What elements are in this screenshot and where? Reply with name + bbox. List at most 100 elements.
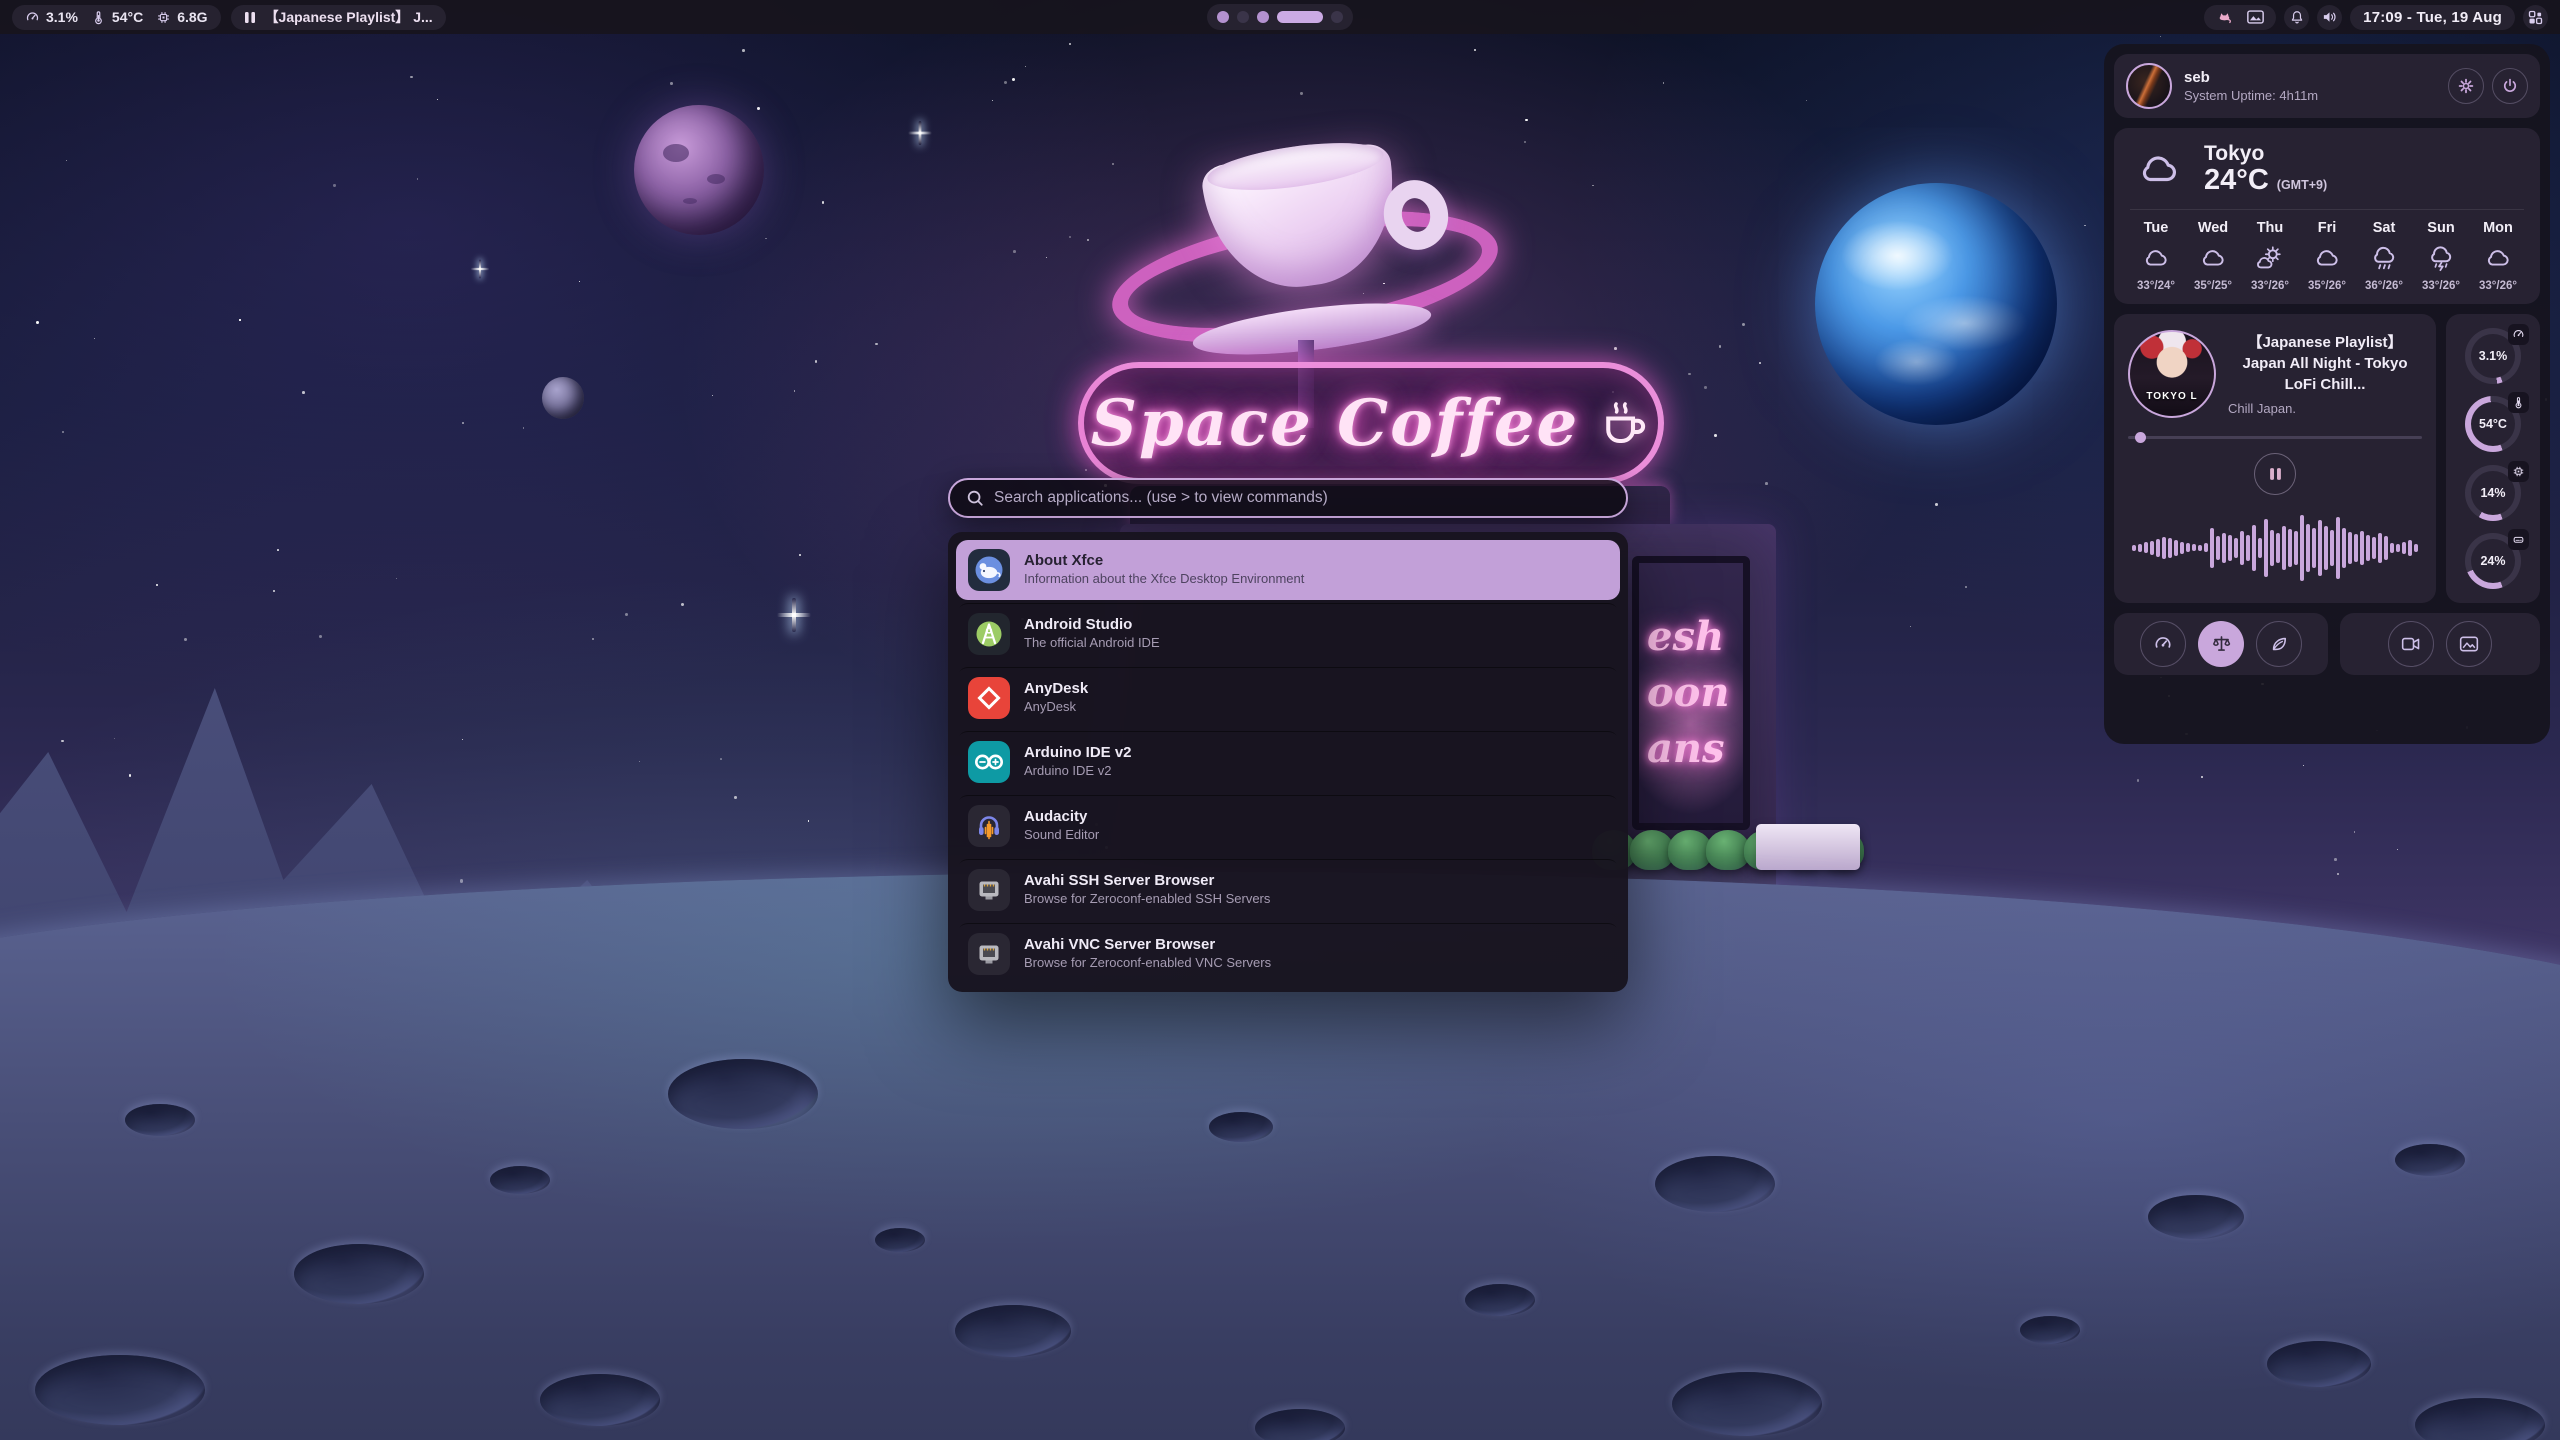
- waveform-bar: [2258, 538, 2262, 558]
- forecast-temps: 35°/26°: [2308, 280, 2346, 292]
- android-studio-app-icon: [968, 613, 1010, 655]
- crater: [955, 1305, 1071, 1357]
- workspace-dot-5[interactable]: [1331, 11, 1343, 23]
- image-icon: [2459, 635, 2479, 653]
- play-pause-button[interactable]: [2254, 453, 2296, 495]
- weather-timezone: (GMT+9): [2277, 178, 2327, 192]
- seek-knob[interactable]: [2135, 432, 2146, 443]
- track-title: 【Japanese Playlist】 Japan All Night - To…: [2228, 332, 2422, 395]
- avahi-app-icon: [968, 869, 1010, 911]
- clock-widget[interactable]: 17:09 - Tue, 19 Aug: [2350, 5, 2515, 30]
- forecast-temps: 35°/25°: [2194, 280, 2232, 292]
- gauge-chip: 14%: [2465, 465, 2521, 521]
- star: [36, 321, 39, 324]
- powersave-mode-button[interactable]: [2256, 621, 2302, 667]
- waveform-bar: [2240, 531, 2244, 565]
- app-list-item[interactable]: Avahi SSH Server BrowserBrowse for Zeroc…: [956, 860, 1620, 920]
- system-stats-widget[interactable]: 3.1% 54°C 6.8G: [12, 5, 221, 30]
- gear-icon: [2457, 77, 2475, 95]
- wallpaper-icon[interactable]: [2247, 10, 2264, 24]
- star: [799, 554, 801, 556]
- app-list-item[interactable]: Avahi VNC Server BrowserBrowse for Zeroc…: [956, 924, 1620, 984]
- waveform-bar: [2210, 528, 2214, 568]
- crater: [1655, 1156, 1775, 1212]
- seek-bar[interactable]: [2128, 432, 2422, 443]
- dashboard-button[interactable]: [2523, 5, 2548, 30]
- gauge-thermometer: 54°C: [2465, 396, 2521, 452]
- cat-icon[interactable]: [2216, 10, 2233, 25]
- balanced-mode-button[interactable]: [2198, 621, 2244, 667]
- workspace-dot-2[interactable]: [1237, 11, 1249, 23]
- screenshot-button[interactable]: [2446, 621, 2492, 667]
- thermometer-icon: [91, 10, 106, 25]
- app-name: Audacity: [1024, 808, 1099, 827]
- chip-icon: [2508, 461, 2529, 482]
- arduino-app-icon: [968, 741, 1010, 783]
- window-neon-text: ans: [1647, 729, 1743, 769]
- power-button[interactable]: [2492, 68, 2528, 104]
- app-list-item[interactable]: Android StudioThe official Android IDE: [956, 604, 1620, 664]
- shop-window: esh oon ans: [1632, 556, 1750, 830]
- window-neon-text: oon: [1647, 673, 1743, 713]
- star: [437, 99, 438, 100]
- performance-mode-button[interactable]: [2140, 621, 2186, 667]
- waveform-bar: [2330, 530, 2334, 566]
- waveform-bar: [2354, 534, 2358, 562]
- uptime-label: System Uptime: 4h11m: [2184, 88, 2318, 103]
- star: [302, 391, 305, 394]
- workspace-dot-4[interactable]: [1277, 11, 1323, 23]
- tray-widget: [2204, 5, 2276, 30]
- cloud-icon: [2198, 243, 2228, 273]
- settings-button[interactable]: [2448, 68, 2484, 104]
- waveform-bar: [2348, 532, 2352, 564]
- power-icon: [2501, 77, 2519, 95]
- workspace-dot-1[interactable]: [1217, 11, 1229, 23]
- crater: [1255, 1409, 1345, 1440]
- forecast-day-sun: Sun33°/26°: [2415, 220, 2467, 292]
- app-list-item[interactable]: Arduino IDE v2Arduino IDE v2: [956, 732, 1620, 792]
- workspace-indicator: [1207, 4, 1353, 30]
- waveform-bar: [2252, 525, 2256, 571]
- pause-icon: [244, 11, 256, 24]
- workspace-dot-3[interactable]: [1257, 11, 1269, 23]
- forecast-day-wed: Wed 35°/25°: [2187, 220, 2239, 292]
- gauge-disk: 24%: [2465, 533, 2521, 589]
- speaker-icon: [2322, 10, 2337, 24]
- memory-value: 6.8G: [177, 9, 207, 25]
- waveform-bar: [2396, 544, 2400, 552]
- star: [1069, 43, 1071, 45]
- forecast-day-label: Sun: [2427, 220, 2454, 236]
- search-bar[interactable]: [948, 478, 1628, 518]
- capture-buttons-card: [2340, 613, 2540, 675]
- waveform-bar: [2276, 533, 2280, 563]
- cloud-icon: [2141, 243, 2171, 273]
- waveform-bar: [2300, 515, 2304, 581]
- waveform-bar: [2342, 528, 2346, 568]
- app-list-item[interactable]: About XfceInformation about the Xfce Des…: [956, 540, 1620, 600]
- bell-icon: [2290, 10, 2304, 25]
- crater: [2395, 1144, 2465, 1176]
- waveform-bar: [2282, 526, 2286, 570]
- now-playing-widget[interactable]: 【Japanese Playlist】 J...: [231, 5, 446, 30]
- search-icon: [966, 489, 984, 507]
- storm-icon: [2426, 243, 2456, 273]
- star: [1013, 250, 1016, 253]
- star: [333, 184, 335, 186]
- control-sidebar: seb System Uptime: 4h11m: [2104, 44, 2550, 744]
- user-card: seb System Uptime: 4h11m: [2114, 54, 2540, 118]
- waveform-bar: [2144, 542, 2148, 553]
- app-results-panel: About XfceInformation about the Xfce Des…: [948, 532, 1628, 992]
- app-list-item[interactable]: AudacitySound Editor: [956, 796, 1620, 856]
- search-input[interactable]: [994, 489, 1610, 507]
- notifications-button[interactable]: [2284, 5, 2309, 30]
- waveform-bar: [2132, 545, 2136, 551]
- crater: [125, 1104, 195, 1136]
- app-list-item[interactable]: AnyDeskAnyDesk: [956, 668, 1620, 728]
- forecast-day-label: Sat: [2373, 220, 2396, 236]
- app-desc: Arduino IDE v2: [1024, 763, 1132, 780]
- forecast-day-label: Wed: [2198, 220, 2228, 236]
- volume-button[interactable]: [2317, 5, 2342, 30]
- video-camera-icon: [2401, 635, 2421, 653]
- screen-record-button[interactable]: [2388, 621, 2434, 667]
- waveform-bar: [2186, 543, 2190, 552]
